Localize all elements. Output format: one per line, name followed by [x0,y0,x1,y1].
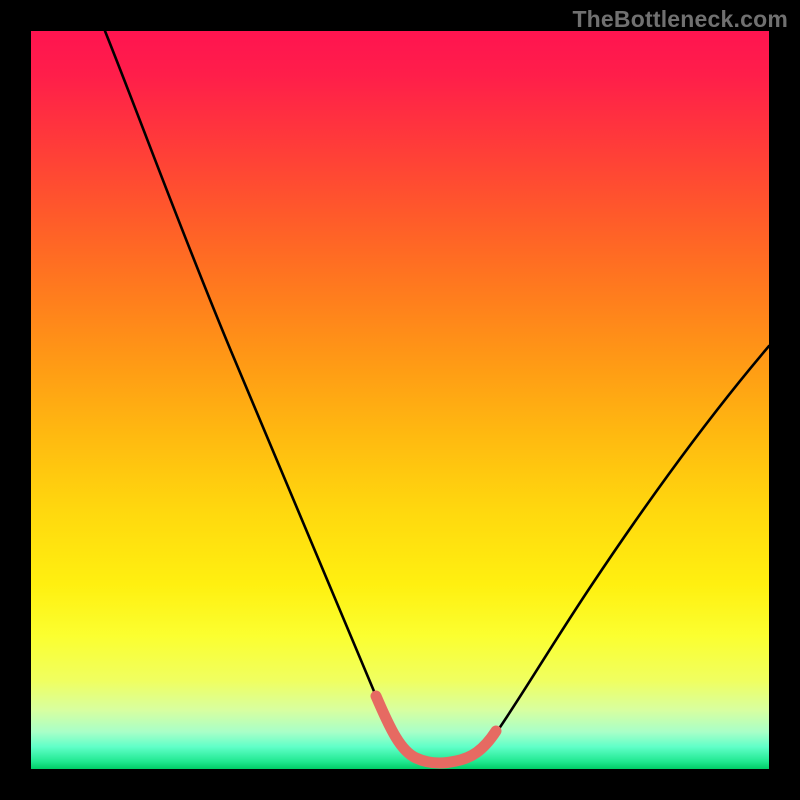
chart-stage: TheBottleneck.com [0,0,800,800]
bottleneck-curve [105,31,769,763]
sweet-spot-highlight [376,696,496,763]
chart-overlay [31,31,769,769]
watermark-text: TheBottleneck.com [572,6,788,33]
